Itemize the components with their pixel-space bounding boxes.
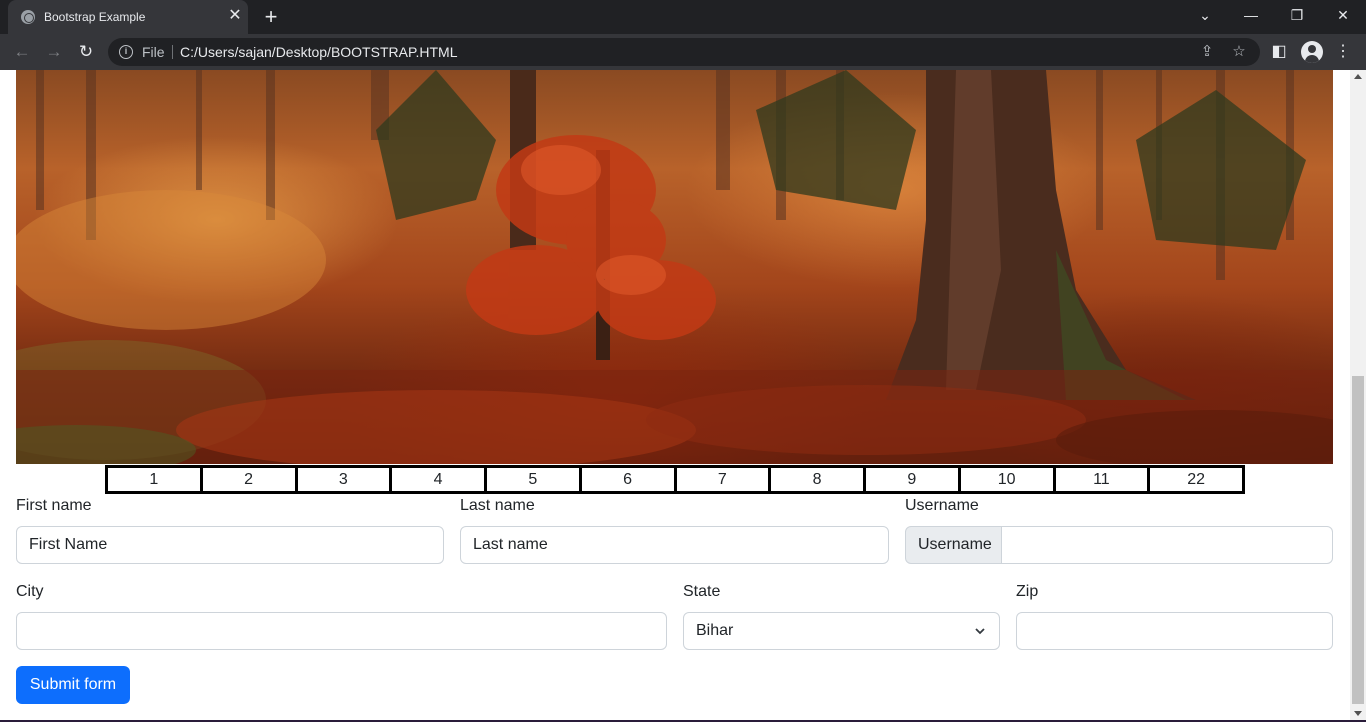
zip-label: Zip <box>1016 583 1039 600</box>
back-arrow-icon[interactable]: ← <box>11 41 33 63</box>
number-cell: 2 <box>202 468 295 491</box>
last-name-label: Last name <box>460 497 535 514</box>
globe-icon <box>21 10 35 24</box>
city-input[interactable] <box>16 612 667 650</box>
forest-image <box>16 70 1333 464</box>
city-label: City <box>16 583 44 600</box>
side-panel-icon[interactable]: ◧ <box>1268 41 1290 63</box>
state-select[interactable]: Bihar <box>683 612 1000 650</box>
page-scrollbar[interactable] <box>1350 70 1366 720</box>
number-cell: 4 <box>392 468 484 491</box>
username-label: Username <box>905 497 979 514</box>
state-label: State <box>683 583 721 600</box>
url-text[interactable]: C:/Users/sajan/Desktop/BOOTSTRAP.HTML <box>180 44 457 60</box>
scroll-up-arrow-icon[interactable] <box>1354 74 1362 79</box>
number-cell: 11 <box>1055 468 1148 491</box>
reload-icon[interactable]: ↻ <box>75 41 97 63</box>
forest-illustration <box>16 70 1333 464</box>
bookmark-star-icon[interactable]: ☆ <box>1230 43 1248 61</box>
username-addon: Username <box>905 526 1002 564</box>
first-name-input[interactable]: First Name <box>16 526 444 564</box>
browser-titlebar: Bootstrap Example ✕ + ⌄ — ❐ ✕ <box>0 0 1366 34</box>
submit-form-button[interactable]: Submit form <box>16 666 130 704</box>
close-window-button[interactable]: ✕ <box>1320 0 1366 30</box>
tab-search-icon[interactable]: ⌄ <box>1182 0 1228 30</box>
first-name-label: First name <box>16 497 92 514</box>
state-selected-value: Bihar <box>696 622 734 639</box>
address-divider <box>172 45 173 59</box>
last-name-input[interactable]: Last name <box>460 526 889 564</box>
page-viewport: 1 2 3 4 5 6 7 8 9 10 11 22 First name Fi… <box>0 70 1350 720</box>
number-cell: 9 <box>866 468 958 491</box>
address-bar[interactable]: i File C:/Users/sajan/Desktop/BOOTSTRAP.… <box>108 38 1260 66</box>
url-scheme-label: File <box>142 44 165 60</box>
share-icon[interactable]: ⇪ <box>1198 43 1216 61</box>
number-cell: 3 <box>297 468 390 491</box>
number-cell: 8 <box>771 468 863 491</box>
zip-input[interactable] <box>1016 612 1333 650</box>
number-cell: 6 <box>581 468 674 491</box>
tab-title: Bootstrap Example <box>44 10 146 24</box>
number-cell: 7 <box>676 468 769 491</box>
close-tab-icon[interactable]: ✕ <box>226 7 244 25</box>
number-cell: 1 <box>108 468 200 491</box>
minimize-button[interactable]: — <box>1228 0 1274 30</box>
number-cell: 10 <box>960 468 1053 491</box>
first-name-value: First Name <box>29 536 108 553</box>
number-cell: 5 <box>487 468 579 491</box>
info-icon[interactable]: i <box>119 45 133 59</box>
menu-kebab-icon[interactable]: ⋮ <box>1332 41 1354 63</box>
new-tab-button[interactable]: + <box>260 6 282 28</box>
number-cell: 22 <box>1150 468 1242 491</box>
username-input[interactable] <box>1002 526 1333 564</box>
browser-toolbar: ← → ↻ i File C:/Users/sajan/Desktop/BOOT… <box>0 34 1366 70</box>
restore-button[interactable]: ❐ <box>1274 0 1320 30</box>
forward-arrow-icon[interactable]: → <box>43 41 65 63</box>
scrollbar-thumb[interactable] <box>1352 376 1364 704</box>
numbered-cell-bar: 1 2 3 4 5 6 7 8 9 10 11 22 <box>105 465 1245 494</box>
chevron-down-icon <box>975 628 985 635</box>
scroll-down-arrow-icon[interactable] <box>1354 711 1362 716</box>
profile-avatar-icon[interactable] <box>1301 41 1323 63</box>
browser-tab-active[interactable]: Bootstrap Example ✕ <box>8 0 248 34</box>
last-name-value: Last name <box>473 536 548 553</box>
